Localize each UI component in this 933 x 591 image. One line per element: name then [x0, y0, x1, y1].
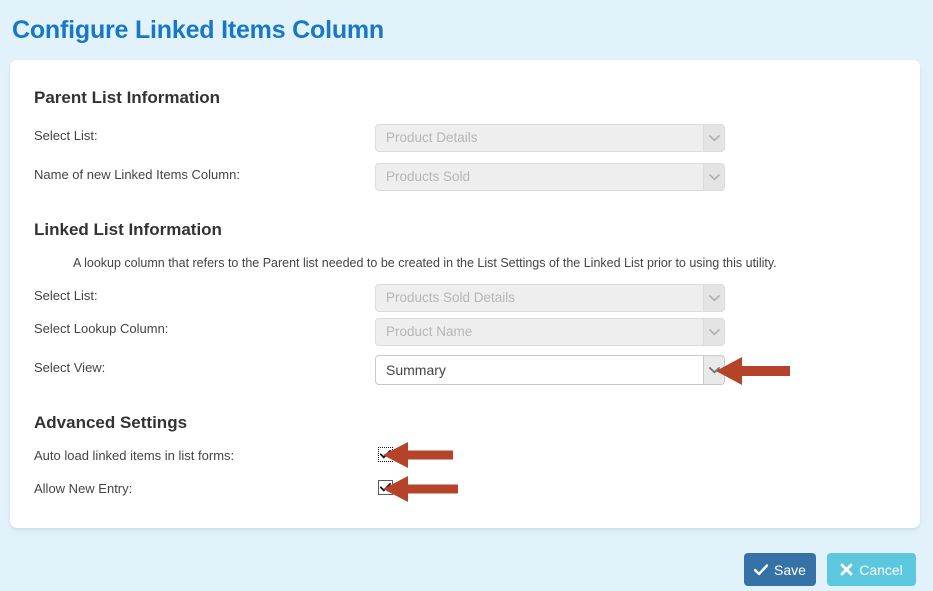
- cancel-button[interactable]: Cancel: [827, 553, 916, 586]
- checkbox-allow-new-entry[interactable]: [378, 480, 393, 495]
- label-new-column-name: Name of new Linked Items Column:: [34, 167, 240, 182]
- label-linked-select-list: Select List:: [34, 288, 98, 303]
- chevron-down-icon: [703, 319, 724, 345]
- select-linked-list[interactable]: Products Sold Details: [375, 284, 725, 312]
- chevron-down-icon: [703, 164, 724, 190]
- select-new-column-name[interactable]: Products Sold: [375, 163, 725, 191]
- save-button-label: Save: [774, 561, 806, 578]
- section-heading-advanced-settings: Advanced Settings: [34, 413, 188, 432]
- select-view-value: Summary: [386, 362, 446, 378]
- select-new-column-name-value: Products Sold: [386, 169, 471, 184]
- label-allow-new-entry: Allow New Entry:: [34, 481, 133, 496]
- select-linked-list-value: Products Sold Details: [386, 290, 516, 305]
- save-button[interactable]: Save: [744, 553, 816, 586]
- page-title: Configure Linked Items Column: [12, 16, 384, 44]
- section-heading-linked-list: Linked List Information: [34, 220, 222, 239]
- select-view[interactable]: Summary: [375, 355, 725, 385]
- select-parent-list[interactable]: Product Details: [375, 124, 725, 152]
- configuration-card: Parent List Information Select List: Pro…: [10, 60, 920, 528]
- chevron-down-icon: [703, 356, 724, 384]
- label-lookup-column: Select Lookup Column:: [34, 321, 169, 336]
- close-icon: [840, 563, 853, 576]
- checkbox-auto-load-linked-items[interactable]: [378, 447, 393, 462]
- label-parent-select-list: Select List:: [34, 128, 98, 143]
- check-icon: [754, 563, 769, 576]
- linked-list-help-text: A lookup column that refers to the Paren…: [73, 256, 777, 270]
- select-lookup-column[interactable]: Product Name: [375, 318, 725, 346]
- check-icon: [380, 450, 391, 459]
- section-heading-parent-list: Parent List Information: [34, 88, 221, 107]
- select-parent-list-value: Product Details: [386, 130, 478, 145]
- chevron-down-icon: [703, 285, 724, 311]
- label-select-view: Select View:: [34, 360, 106, 375]
- label-auto-load-linked-items: Auto load linked items in list forms:: [34, 448, 235, 463]
- chevron-down-icon: [703, 125, 724, 151]
- check-icon: [380, 483, 391, 492]
- select-lookup-column-value: Product Name: [386, 324, 473, 339]
- cancel-button-label: Cancel: [859, 561, 903, 578]
